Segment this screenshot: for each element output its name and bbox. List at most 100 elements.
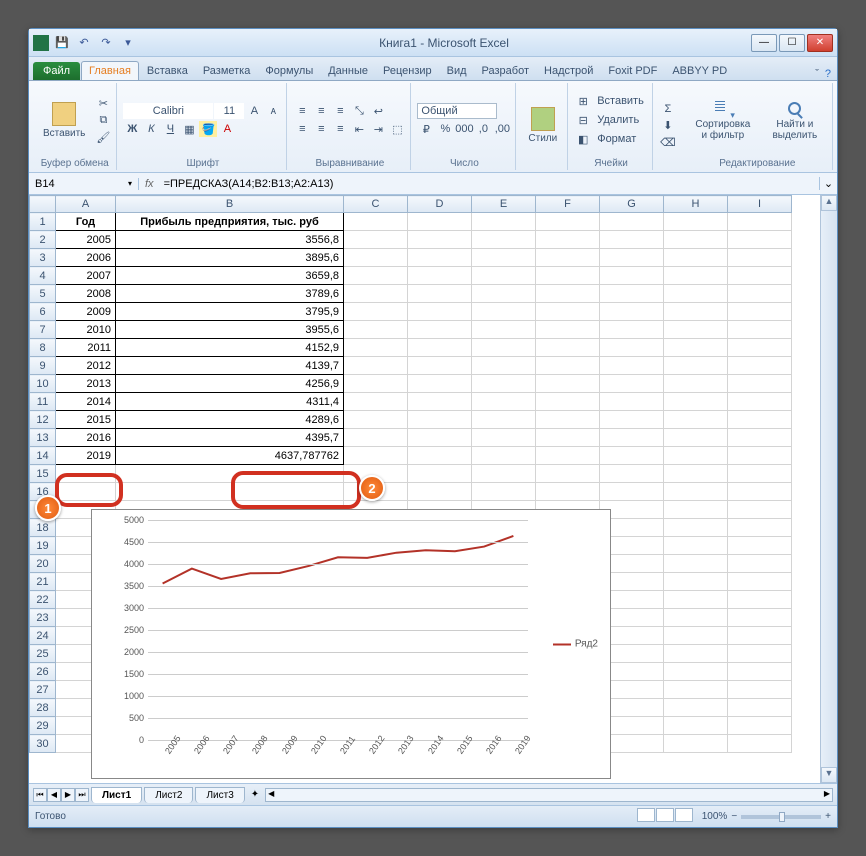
cell-I9[interactable] [728, 357, 792, 375]
align-left-icon[interactable]: ≡ [293, 121, 311, 137]
cell-F7[interactable] [536, 321, 600, 339]
cell-F9[interactable] [536, 357, 600, 375]
cell-B11[interactable]: 4311,4 [116, 393, 344, 411]
cell-E11[interactable] [472, 393, 536, 411]
cell-I5[interactable] [728, 285, 792, 303]
sheet-nav-first-icon[interactable]: ⏮ [33, 788, 47, 802]
horizontal-scrollbar[interactable]: ◀▶ [265, 788, 833, 802]
cell-A15[interactable] [56, 465, 116, 483]
cell-G1[interactable] [600, 213, 664, 231]
cell-G15[interactable] [600, 465, 664, 483]
align-center-icon[interactable]: ≡ [312, 121, 330, 137]
delete-cells-button[interactable]: Удалить [593, 112, 643, 128]
fill-icon[interactable]: ⬇ [659, 118, 677, 134]
row-header-12[interactable]: 12 [30, 411, 56, 429]
cell-B1[interactable]: Прибыль предприятия, тыс. руб [116, 213, 344, 231]
cell-H8[interactable] [664, 339, 728, 357]
cell-F14[interactable] [536, 447, 600, 465]
row-header-11[interactable]: 11 [30, 393, 56, 411]
cell-B9[interactable]: 4139,7 [116, 357, 344, 375]
styles-button[interactable]: Стили [522, 105, 563, 146]
cell-I28[interactable] [728, 699, 792, 717]
cell-D10[interactable] [408, 375, 472, 393]
format-painter-icon[interactable]: 🖌 [94, 129, 112, 145]
scroll-track[interactable] [821, 211, 837, 767]
row-header-27[interactable]: 27 [30, 681, 56, 699]
cell-H29[interactable] [664, 717, 728, 735]
tab-вставка[interactable]: Вставка [140, 62, 195, 80]
cell-E9[interactable] [472, 357, 536, 375]
row-header-15[interactable]: 15 [30, 465, 56, 483]
cell-A1[interactable]: Год [56, 213, 116, 231]
orientation-icon[interactable]: ⤡ [350, 103, 368, 119]
tab-разработ[interactable]: Разработ [475, 62, 536, 80]
delete-cells-icon[interactable]: ⊟ [574, 112, 592, 128]
cell-F10[interactable] [536, 375, 600, 393]
cell-B2[interactable]: 3556,8 [116, 231, 344, 249]
cell-H21[interactable] [664, 573, 728, 591]
cell-D8[interactable] [408, 339, 472, 357]
tab-рецензир[interactable]: Рецензир [376, 62, 439, 80]
column-header-E[interactable]: E [472, 196, 536, 213]
cell-E4[interactable] [472, 267, 536, 285]
clear-icon[interactable]: ⌫ [659, 135, 677, 151]
cell-D16[interactable] [408, 483, 472, 501]
cell-H22[interactable] [664, 591, 728, 609]
comma-icon[interactable]: 000 [455, 121, 473, 137]
cell-E1[interactable] [472, 213, 536, 231]
cell-H26[interactable] [664, 663, 728, 681]
select-all-button[interactable] [30, 196, 56, 213]
qat-menu-icon[interactable]: ▾ [119, 34, 137, 52]
font-size-select[interactable]: 11 [214, 103, 244, 119]
maximize-button[interactable]: ☐ [779, 34, 805, 52]
help-icon[interactable]: ? [825, 68, 831, 80]
cell-A4[interactable]: 2007 [56, 267, 116, 285]
cell-I11[interactable] [728, 393, 792, 411]
row-header-6[interactable]: 6 [30, 303, 56, 321]
cell-H10[interactable] [664, 375, 728, 393]
row-header-28[interactable]: 28 [30, 699, 56, 717]
tab-abbyy pd[interactable]: ABBYY PD [665, 62, 734, 80]
save-icon[interactable]: 💾 [53, 34, 71, 52]
cell-A12[interactable]: 2015 [56, 411, 116, 429]
cell-G4[interactable] [600, 267, 664, 285]
cell-C4[interactable] [344, 267, 408, 285]
cell-B16[interactable] [116, 483, 344, 501]
cell-I12[interactable] [728, 411, 792, 429]
format-cells-button[interactable]: Формат [593, 131, 640, 147]
cell-G10[interactable] [600, 375, 664, 393]
cell-D9[interactable] [408, 357, 472, 375]
cell-F2[interactable] [536, 231, 600, 249]
cell-I4[interactable] [728, 267, 792, 285]
cell-C10[interactable] [344, 375, 408, 393]
cell-I21[interactable] [728, 573, 792, 591]
cell-G13[interactable] [600, 429, 664, 447]
increase-decimal-icon[interactable]: ,0 [474, 121, 492, 137]
cell-H17[interactable] [664, 501, 728, 519]
cell-G5[interactable] [600, 285, 664, 303]
scroll-up-icon[interactable]: ▲ [821, 195, 837, 211]
sheet-tab-Лист3[interactable]: Лист3 [195, 787, 244, 803]
row-header-7[interactable]: 7 [30, 321, 56, 339]
italic-button[interactable]: К [142, 121, 160, 137]
cell-B6[interactable]: 3795,9 [116, 303, 344, 321]
row-header-3[interactable]: 3 [30, 249, 56, 267]
cell-D6[interactable] [408, 303, 472, 321]
cell-C14[interactable] [344, 447, 408, 465]
cell-G11[interactable] [600, 393, 664, 411]
cell-C8[interactable] [344, 339, 408, 357]
sheet-nav-prev-icon[interactable]: ◀ [47, 788, 61, 802]
row-header-1[interactable]: 1 [30, 213, 56, 231]
cell-G16[interactable] [600, 483, 664, 501]
shrink-font-icon[interactable]: ᴀ [264, 103, 282, 119]
cell-H9[interactable] [664, 357, 728, 375]
cell-I13[interactable] [728, 429, 792, 447]
cell-A2[interactable]: 2005 [56, 231, 116, 249]
cell-A9[interactable]: 2012 [56, 357, 116, 375]
redo-icon[interactable]: ↷ [97, 34, 115, 52]
cell-E5[interactable] [472, 285, 536, 303]
cell-A14[interactable]: 2019 [56, 447, 116, 465]
cell-I18[interactable] [728, 519, 792, 537]
cell-F15[interactable] [536, 465, 600, 483]
cell-G7[interactable] [600, 321, 664, 339]
